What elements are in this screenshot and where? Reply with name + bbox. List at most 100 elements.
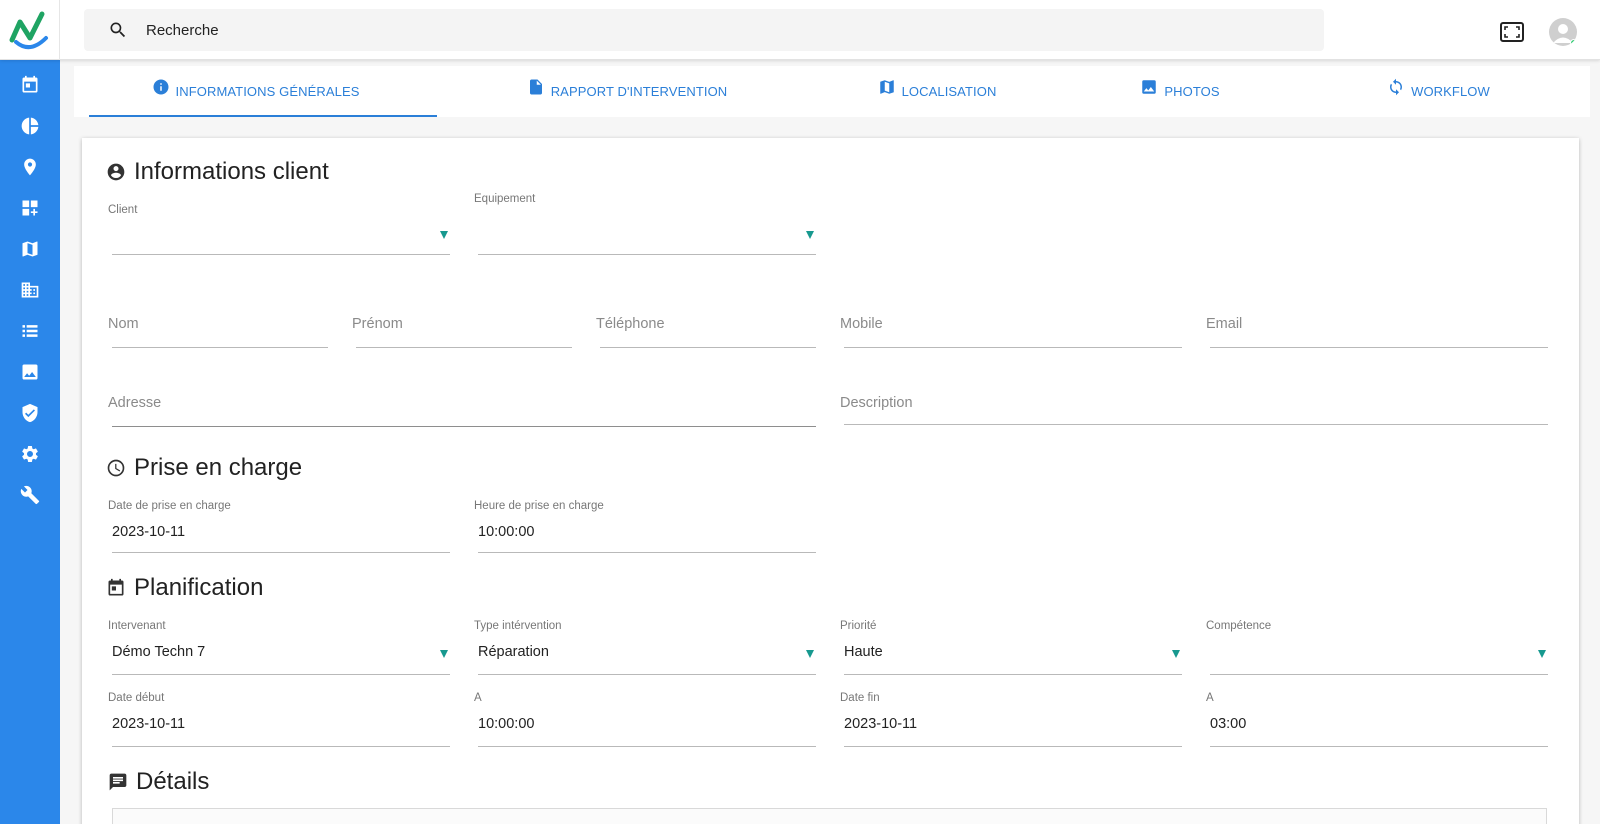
date-prise-field[interactable]: Date de prise en charge 2023-10-11: [108, 500, 450, 554]
tab-label: LOCALISATION: [901, 84, 997, 99]
section-planification: Planification: [106, 574, 263, 602]
field-underline: [112, 426, 816, 427]
field-underline: [112, 254, 450, 255]
heure-prise-label: Heure de prise en charge: [474, 500, 604, 512]
date-fin-field[interactable]: Date fin 2023-10-11: [840, 692, 1182, 748]
search-input[interactable]: [146, 21, 1246, 39]
sidebar-item-settings[interactable]: [0, 434, 60, 474]
dashboard-icon: [22, 200, 38, 216]
adresse-placeholder: Adresse: [108, 395, 162, 411]
field-underline: [844, 746, 1182, 747]
list-icon: [22, 325, 38, 337]
chevron-down-icon: [440, 650, 448, 658]
date-prise-value: 2023-10-11: [112, 524, 186, 540]
field-underline: [112, 552, 450, 553]
map-icon: [22, 241, 38, 257]
heure-debut-field[interactable]: A 10:00:00: [474, 692, 816, 748]
intervenant-select[interactable]: Intervenant Démo Techn 7: [108, 620, 450, 676]
field-underline: [478, 254, 816, 255]
sidebar-item-stats[interactable]: [0, 106, 60, 146]
type-intervention-value: Réparation: [478, 644, 549, 660]
section-title-text: Informations client: [134, 158, 329, 185]
sidebar-item-photos[interactable]: [0, 352, 60, 392]
pie-chart-icon: [21, 117, 39, 135]
client-select[interactable]: Client: [108, 204, 450, 256]
date-debut-label: Date début: [108, 692, 165, 704]
tab-bar: INFORMATIONS GÉNÉRALES RAPPORT D'INTERVE…: [74, 66, 1590, 117]
heure-fin-field[interactable]: A 03:00: [1206, 692, 1548, 748]
search-icon: [110, 22, 126, 38]
tab-label: WORKFLOW: [1411, 84, 1490, 99]
mobile-field[interactable]: Mobile: [840, 316, 1182, 350]
tab-label: RAPPORT D'INTERVENTION: [550, 84, 728, 99]
client-label: Client: [108, 204, 138, 216]
sidebar-item-tools[interactable]: [0, 475, 60, 515]
heure-fin-value: 03:00: [1210, 716, 1247, 732]
telephone-field[interactable]: Téléphone: [596, 316, 816, 350]
field-underline: [112, 746, 450, 747]
rich-text-toolbar[interactable]: [112, 808, 1547, 824]
sidebar-item-dashboard[interactable]: [0, 188, 60, 228]
section-prise-en-charge: Prise en charge: [106, 454, 302, 482]
section-title-text: Détails: [136, 768, 210, 795]
heure-fin-label: A: [1206, 692, 1214, 704]
tab-label: INFORMATIONS GÉNÉRALES: [175, 84, 360, 99]
fullscreen-icon[interactable]: [1500, 22, 1524, 42]
app-logo[interactable]: [0, 0, 60, 60]
tab-informations-generales[interactable]: INFORMATIONS GÉNÉRALES: [74, 66, 437, 117]
tab-rapport-intervention[interactable]: RAPPORT D'INTERVENTION: [437, 66, 817, 117]
chevron-down-icon: [806, 650, 814, 658]
prenom-field[interactable]: Prénom: [352, 316, 572, 350]
field-underline: [112, 347, 328, 348]
field-underline: [844, 347, 1182, 348]
nom-field[interactable]: Nom: [108, 316, 328, 350]
intervenant-value: Démo Techn 7: [112, 644, 206, 660]
user-avatar[interactable]: [1549, 18, 1577, 46]
field-underline: [478, 746, 816, 747]
clock-icon: [107, 459, 125, 477]
shield-check-icon: [22, 403, 38, 423]
email-placeholder: Email: [1206, 316, 1243, 332]
field-underline: [1210, 674, 1548, 675]
equipement-select[interactable]: Equipement: [474, 193, 816, 256]
tab-workflow[interactable]: WORKFLOW: [1303, 66, 1574, 117]
tab-label: PHOTOS: [1164, 84, 1220, 99]
document-icon: [529, 79, 542, 94]
nom-placeholder: Nom: [108, 316, 139, 332]
heure-prise-field[interactable]: Heure de prise en charge 10:00:00: [474, 500, 816, 554]
tab-localisation[interactable]: LOCALISATION: [817, 66, 1057, 117]
description-field[interactable]: Description: [840, 395, 1548, 429]
email-field[interactable]: Email: [1206, 316, 1548, 350]
field-underline: [112, 674, 450, 675]
intervenant-label: Intervenant: [108, 620, 166, 632]
date-debut-field[interactable]: Date début 2023-10-11: [108, 692, 450, 748]
adresse-field[interactable]: Adresse: [108, 395, 816, 429]
field-underline: [1210, 746, 1548, 747]
chevron-down-icon: [806, 231, 814, 239]
heure-debut-value: 10:00:00: [478, 716, 535, 732]
sidebar: [0, 60, 60, 824]
competence-select[interactable]: Compétence: [1206, 620, 1548, 676]
heure-debut-label: A: [474, 692, 482, 704]
section-informations-client: Informations client: [106, 158, 329, 186]
sidebar-item-location[interactable]: [0, 147, 60, 187]
building-icon: [21, 282, 39, 298]
sidebar-item-calendar[interactable]: [0, 65, 60, 105]
sidebar-item-buildings[interactable]: [0, 270, 60, 310]
section-title-text: Prise en charge: [134, 454, 303, 481]
field-underline: [844, 424, 1548, 425]
image-icon: [22, 364, 38, 380]
sidebar-item-map[interactable]: [0, 229, 60, 269]
date-prise-label: Date de prise en charge: [108, 500, 231, 512]
prenom-placeholder: Prénom: [352, 316, 403, 332]
priorite-select[interactable]: Priorité Haute: [840, 620, 1182, 676]
sidebar-item-list[interactable]: [0, 311, 60, 351]
sidebar-item-security[interactable]: [0, 393, 60, 433]
tab-photos[interactable]: PHOTOS: [1057, 66, 1303, 117]
type-intervention-select[interactable]: Type intérvention Réparation: [474, 620, 816, 676]
priorite-value: Haute: [844, 644, 883, 660]
intervention-form-card: Informations client Client Equipement No…: [82, 138, 1579, 824]
competence-label: Compétence: [1206, 620, 1272, 632]
field-underline: [478, 674, 816, 675]
field-underline: [356, 347, 572, 348]
